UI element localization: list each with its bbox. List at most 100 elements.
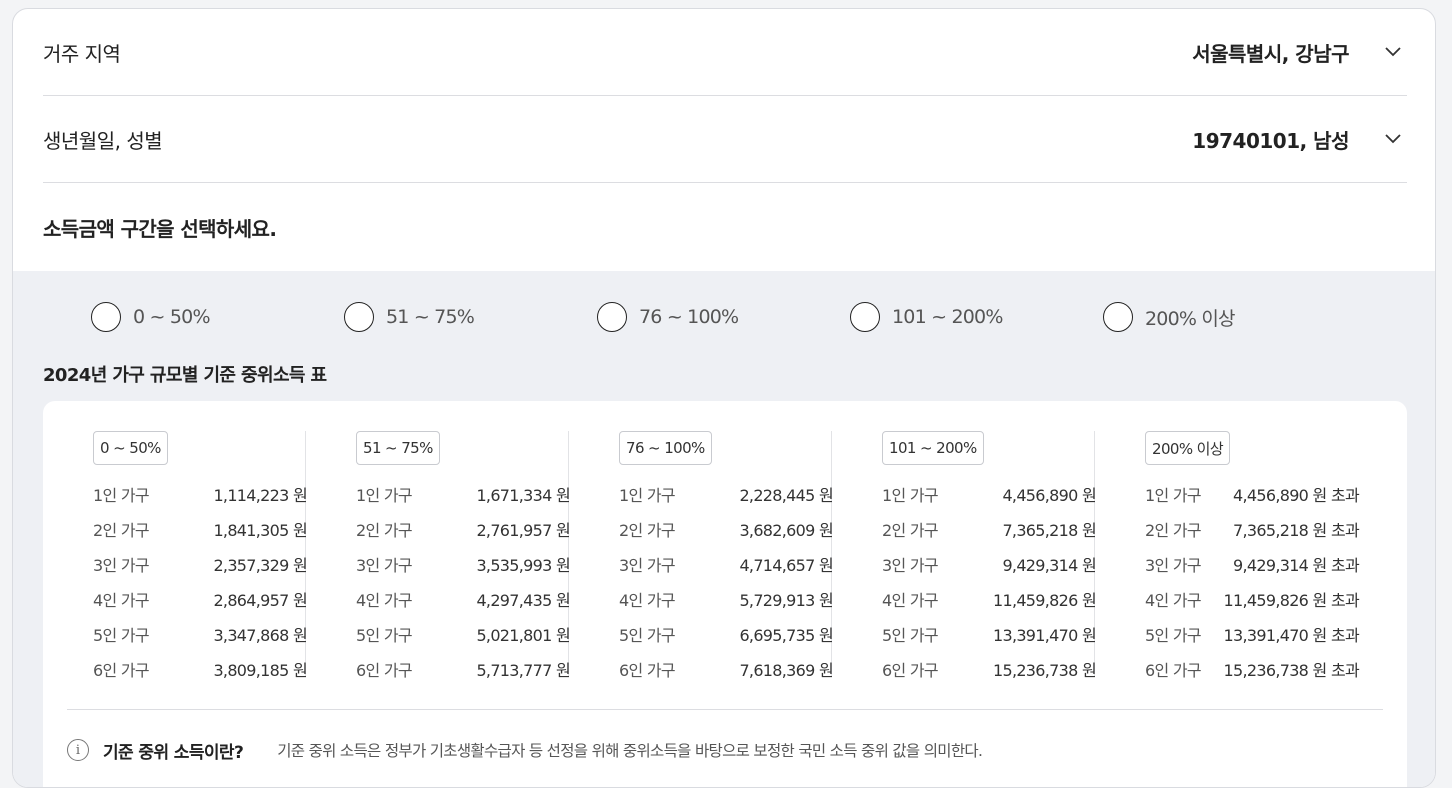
household-row: 5인 가구 6,695,735 원	[619, 616, 834, 651]
income-form-card: 거주 지역 서울특별시, 강남구 생년월일, 성별 19740101, 남성 소…	[12, 8, 1436, 788]
household-amount: 4,456,890 원	[1002, 485, 1096, 505]
income-column-0-50: 0 ~ 50% 1인 가구 1,114,223 원 2인 가구 1,841,305 원 3…	[43, 431, 308, 680]
household-size: 3인 가구	[356, 555, 413, 575]
radio-label: 76 ~ 100%	[639, 306, 739, 328]
household-row: 6인 가구 5,713,777 원	[356, 651, 571, 686]
household-row: 4인 가구 11,459,826 원 초과	[1145, 581, 1360, 616]
household-size: 4인 가구	[882, 590, 939, 610]
household-row: 1인 가구 1,114,223 원	[93, 476, 308, 511]
household-size: 6인 가구	[1145, 660, 1202, 680]
radio-option-101-200[interactable]: 101 ~ 200%	[850, 301, 1003, 333]
radio-label: 0 ~ 50%	[133, 306, 211, 328]
radio-option-76-100[interactable]: 76 ~ 100%	[597, 301, 739, 333]
residence-label: 거주 지역	[43, 41, 121, 66]
household-amount: 1,114,223 원	[213, 485, 307, 505]
household-row: 6인 가구 15,236,738 원 초과	[1145, 651, 1360, 686]
household-size: 3인 가구	[93, 555, 150, 575]
household-size: 2인 가구	[93, 520, 150, 540]
household-size: 1인 가구	[882, 485, 939, 505]
radio-option-51-75[interactable]: 51 ~ 75%	[344, 301, 475, 333]
household-amount: 15,236,738 원 초과	[1223, 660, 1360, 680]
median-income-table-title: 2024년 가구 규모별 기준 중위소득 표	[43, 365, 327, 386]
household-amount: 13,391,470 원	[992, 625, 1097, 645]
household-row: 2인 가구 3,682,609 원	[619, 511, 834, 546]
household-list: 1인 가구 4,456,890 원 초과 2인 가구 7,365,218 원 초과 3인…	[1145, 476, 1360, 686]
birth-gender-row[interactable]: 생년월일, 성별 19740101, 남성	[43, 96, 1407, 183]
birth-gender-label: 생년월일, 성별	[43, 128, 163, 153]
median-income-table: 0 ~ 50% 1인 가구 1,114,223 원 2인 가구 1,841,305 원 3…	[43, 401, 1407, 787]
household-row: 2인 가구 7,365,218 원	[882, 511, 1097, 546]
household-size: 4인 가구	[619, 590, 676, 610]
household-amount: 2,228,445 원	[739, 485, 833, 505]
household-row: 6인 가구 7,618,369 원	[619, 651, 834, 686]
radio-label: 200% 이상	[1145, 307, 1236, 330]
household-size: 6인 가구	[619, 660, 676, 680]
household-size: 5인 가구	[882, 625, 939, 645]
household-list: 1인 가구 2,228,445 원 2인 가구 3,682,609 원 3인 가구 4,7…	[619, 476, 834, 686]
divider	[67, 709, 1383, 710]
household-size: 5인 가구	[1145, 625, 1202, 645]
household-size: 1인 가구	[356, 485, 413, 505]
household-amount: 7,365,218 원 초과	[1233, 520, 1360, 540]
income-range-prompt: 소득금액 구간을 선택하세요.	[43, 217, 277, 241]
radio-label: 101 ~ 200%	[892, 306, 1003, 328]
household-size: 2인 가구	[619, 520, 676, 540]
birth-gender-selector[interactable]: 19740101, 남성	[1192, 125, 1407, 154]
household-amount: 7,365,218 원	[1002, 520, 1096, 540]
range-badge: 0 ~ 50%	[93, 431, 168, 465]
household-size: 5인 가구	[356, 625, 413, 645]
household-size: 6인 가구	[93, 660, 150, 680]
household-size: 2인 가구	[356, 520, 413, 540]
household-amount: 5,729,913 원	[739, 590, 833, 610]
household-size: 5인 가구	[619, 625, 676, 645]
household-row: 3인 가구 4,714,657 원	[619, 546, 834, 581]
household-row: 5인 가구 13,391,470 원 초과	[1145, 616, 1360, 651]
household-amount: 2,761,957 원	[476, 520, 570, 540]
info-text: 기준 중위 소득은 정부가 기초생활수급자 등 선정을 위해 중위소득을 바탕으…	[277, 742, 983, 760]
range-badge: 101 ~ 200%	[882, 431, 984, 465]
radio-circle[interactable]	[850, 302, 880, 332]
radio-option-200-plus[interactable]: 200% 이상	[1103, 301, 1236, 333]
household-size: 5인 가구	[93, 625, 150, 645]
household-row: 1인 가구 4,456,890 원	[882, 476, 1097, 511]
household-row: 6인 가구 3,809,185 원	[93, 651, 308, 686]
household-row: 1인 가구 1,671,334 원	[356, 476, 571, 511]
household-amount: 6,695,735 원	[739, 625, 833, 645]
household-row: 4인 가구 4,297,435 원	[356, 581, 571, 616]
household-amount: 3,535,993 원	[476, 555, 570, 575]
household-size: 3인 가구	[619, 555, 676, 575]
household-size: 3인 가구	[882, 555, 939, 575]
radio-circle[interactable]	[91, 302, 121, 332]
income-column-200-plus: 200% 이상 1인 가구 4,456,890 원 초과 2인 가구 7,365,218…	[1095, 431, 1360, 680]
residence-selector[interactable]: 서울특별시, 강남구	[1192, 38, 1407, 67]
household-amount: 4,297,435 원	[476, 590, 570, 610]
radio-circle[interactable]	[344, 302, 374, 332]
household-size: 2인 가구	[882, 520, 939, 540]
household-row: 4인 가구 2,864,957 원	[93, 581, 308, 616]
household-amount: 4,714,657 원	[739, 555, 833, 575]
residence-row[interactable]: 거주 지역 서울특별시, 강남구	[43, 9, 1407, 96]
radio-option-0-50[interactable]: 0 ~ 50%	[91, 301, 211, 333]
household-row: 5인 가구 3,347,868 원	[93, 616, 308, 651]
household-row: 4인 가구 11,459,826 원	[882, 581, 1097, 616]
chevron-down-icon[interactable]	[1383, 42, 1403, 62]
household-size: 1인 가구	[1145, 485, 1202, 505]
household-amount: 9,429,314 원 초과	[1233, 555, 1360, 575]
household-amount: 5,713,777 원	[476, 660, 570, 680]
household-row: 3인 가구 9,429,314 원	[882, 546, 1097, 581]
household-amount: 13,391,470 원 초과	[1223, 625, 1360, 645]
household-row: 2인 가구 2,761,957 원	[356, 511, 571, 546]
household-row: 4인 가구 5,729,913 원	[619, 581, 834, 616]
radio-circle[interactable]	[1103, 302, 1133, 332]
radio-circle[interactable]	[597, 302, 627, 332]
household-row: 3인 가구 9,429,314 원 초과	[1145, 546, 1360, 581]
range-badge: 200% 이상	[1145, 431, 1231, 465]
chevron-down-icon[interactable]	[1383, 129, 1403, 149]
residence-value: 서울특별시, 강남구	[1192, 41, 1349, 66]
birth-gender-value: 19740101, 남성	[1192, 128, 1349, 153]
household-amount: 3,682,609 원	[739, 520, 833, 540]
info-section: i 기준 중위 소득이란? 기준 중위 소득은 정부가 기초생활수급자 등 선정…	[67, 736, 983, 764]
household-row: 5인 가구 13,391,470 원	[882, 616, 1097, 651]
household-size: 6인 가구	[882, 660, 939, 680]
range-badge: 51 ~ 75%	[356, 431, 440, 465]
